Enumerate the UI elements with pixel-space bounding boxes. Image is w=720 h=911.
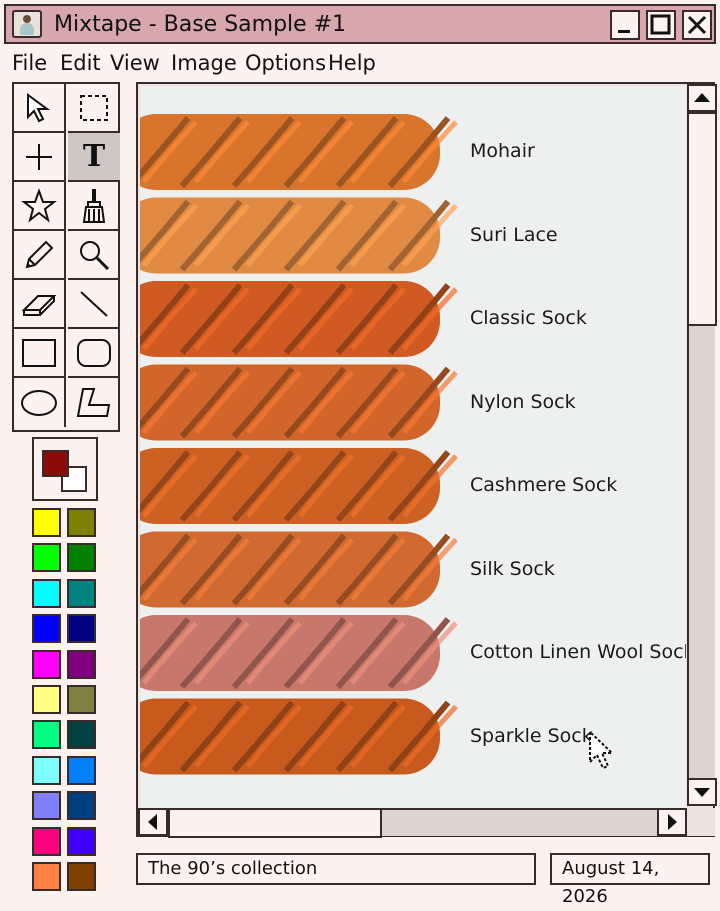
palette-swatch[interactable] — [67, 755, 96, 785]
palette-swatch[interactable] — [32, 720, 61, 750]
status-collection: The 90’s collection — [136, 853, 536, 885]
yarn-skein — [140, 615, 458, 691]
canvas-window: Mohair Suri Lace Classic Sock Nylon Sock Cas… — [136, 82, 717, 838]
polygon-icon[interactable] — [68, 378, 120, 427]
minimize-button[interactable] — [610, 10, 640, 40]
yarn-label: Silk Sock — [470, 557, 555, 580]
title-bar: Mixtape - Base Sample #1 — [4, 4, 716, 44]
scroll-up-button[interactable] — [687, 84, 717, 112]
yarn-label: Cotton Linen Wool Sock — [470, 641, 686, 663]
yarn-skein — [140, 448, 458, 524]
eraser-icon[interactable] — [14, 280, 66, 329]
palette-swatch[interactable] — [32, 791, 61, 821]
yarn-label: Classic Sock — [470, 307, 587, 329]
yarn-skein — [140, 197, 458, 274]
palette-swatch[interactable] — [32, 685, 61, 714]
window-title: Mixtape - Base Sample #1 — [54, 12, 347, 37]
palette-swatch[interactable] — [67, 614, 96, 644]
palette-swatch[interactable] — [32, 578, 61, 608]
brush-icon[interactable] — [68, 182, 120, 231]
menu-file[interactable]: File — [12, 50, 47, 76]
scroll-right-button[interactable] — [657, 808, 687, 836]
scroll-down-button[interactable] — [687, 778, 717, 806]
palette-swatch[interactable] — [32, 826, 61, 856]
star-icon[interactable] — [14, 182, 66, 231]
close-button[interactable] — [682, 10, 712, 40]
app-avatar-icon — [12, 10, 42, 38]
text-icon[interactable]: T — [68, 133, 120, 182]
line-icon[interactable] — [68, 280, 120, 329]
menu-image[interactable]: Image — [171, 50, 237, 76]
maximize-button[interactable] — [646, 10, 676, 40]
status-date: August 14, 2026 — [550, 853, 710, 907]
yarn-skein — [140, 364, 458, 441]
yarn-label: Mohair — [470, 140, 535, 162]
menu-view[interactable]: View — [110, 50, 160, 76]
yarn-skein — [140, 698, 458, 775]
color-selector[interactable] — [32, 437, 98, 501]
yarn-label: Nylon Sock — [470, 390, 576, 413]
palette-swatch[interactable] — [32, 649, 61, 679]
palette-swatch[interactable] — [67, 826, 96, 856]
dashed-select-icon[interactable] — [68, 84, 120, 133]
palette-swatch[interactable] — [67, 543, 96, 573]
palette-swatch[interactable] — [67, 862, 96, 891]
yarn-label: Cashmere Sock — [470, 474, 618, 496]
yarn-skein — [140, 114, 458, 190]
palette-swatch[interactable] — [67, 578, 96, 608]
vertical-scroll-thumb[interactable] — [687, 112, 717, 326]
yarn-skein — [140, 281, 458, 357]
yarn-label: Suri Lace — [470, 223, 558, 246]
menu-options[interactable]: Options — [245, 50, 326, 76]
image-canvas[interactable]: Mohair Suri Lace Classic Sock Nylon Sock Cas… — [140, 86, 686, 808]
primary-color[interactable] — [42, 450, 69, 477]
yarn-photo — [140, 114, 458, 775]
crosshair-icon[interactable] — [14, 133, 66, 182]
palette-swatch[interactable] — [32, 508, 61, 537]
horizontal-scrollbar[interactable] — [138, 808, 687, 838]
yarn-skein — [140, 531, 458, 608]
palette-swatch[interactable] — [32, 543, 61, 573]
select-arrow-icon[interactable] — [14, 84, 66, 133]
palette-swatch[interactable] — [67, 649, 96, 679]
palette-swatch[interactable] — [67, 791, 96, 821]
rounded-rectangle-icon[interactable] — [68, 329, 120, 378]
horizontal-scroll-thumb[interactable] — [168, 808, 382, 838]
mouse-pointer-icon — [586, 729, 620, 776]
palette-swatch[interactable] — [67, 720, 96, 750]
pencil-icon[interactable] — [14, 231, 66, 280]
palette-swatch[interactable] — [32, 755, 61, 785]
palette-swatch[interactable] — [67, 685, 96, 714]
scroll-left-button[interactable] — [138, 808, 168, 836]
toolbox: T — [12, 82, 120, 432]
ellipse-icon[interactable] — [14, 378, 66, 427]
magnifier-icon[interactable] — [68, 231, 120, 280]
menu-bar: File Edit View Image Options Help — [0, 48, 720, 80]
scrollbar-corner — [687, 808, 715, 836]
yarn-label: Sparkle Sock — [470, 724, 593, 747]
palette-swatch[interactable] — [32, 614, 61, 644]
palette-swatch[interactable] — [67, 508, 96, 537]
palette-swatch[interactable] — [32, 862, 61, 891]
menu-help[interactable]: Help — [328, 50, 376, 76]
rectangle-icon[interactable] — [14, 329, 66, 378]
vertical-scrollbar[interactable] — [687, 84, 717, 806]
menu-edit[interactable]: Edit — [60, 50, 101, 76]
text-tool-glyph: T — [82, 138, 106, 174]
